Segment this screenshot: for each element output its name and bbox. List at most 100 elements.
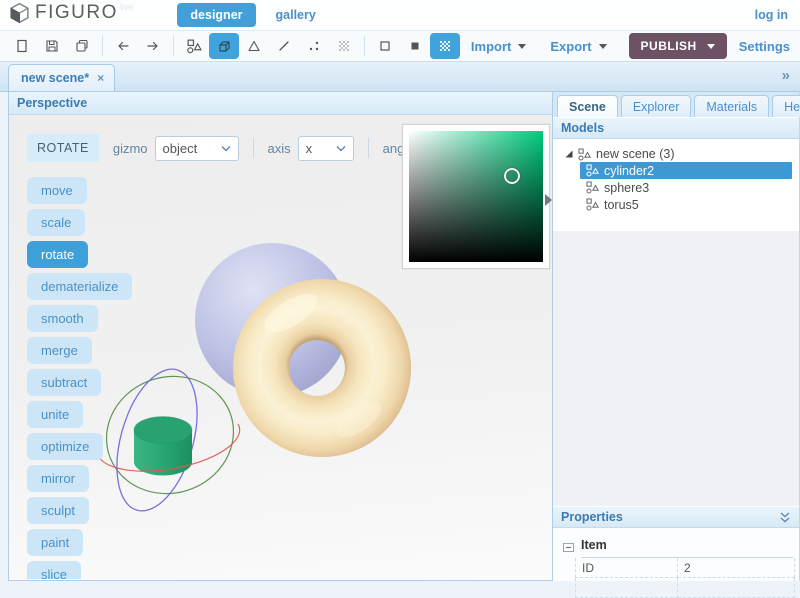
models-header-label: Models <box>561 121 604 135</box>
export-menu-button[interactable]: Export <box>550 39 606 54</box>
axis-label: axis <box>268 141 291 156</box>
duplicate-icon-button[interactable] <box>67 33 97 59</box>
controls-separator <box>253 138 254 158</box>
toolbar-separator <box>173 36 174 56</box>
tree-root-row[interactable]: new scene (3) <box>553 146 799 162</box>
group-label: Item <box>581 538 607 552</box>
tool-buttons-column: move scale rotate dematerialize smooth m… <box>27 177 132 579</box>
publish-label: PUBLISH <box>641 39 697 53</box>
vertices-icon <box>306 38 322 54</box>
grid-faded-icon <box>336 38 352 54</box>
import-label: Import <box>471 39 511 54</box>
tab-help[interactable]: Help <box>772 95 800 117</box>
tool-optimize[interactable]: optimize <box>27 433 103 460</box>
close-tab-icon[interactable]: × <box>97 71 104 85</box>
app-logo[interactable]: FIGURO live <box>8 1 133 30</box>
models-header: Models <box>553 117 799 139</box>
toolbar-separator <box>364 36 365 56</box>
tree-item-sphere3[interactable]: sphere3 <box>580 179 792 196</box>
color-picker-expand-icon[interactable] <box>545 194 552 206</box>
grid-pattern-icon-button[interactable] <box>430 33 460 59</box>
properties-content: Item ID 2 <box>553 528 799 581</box>
line-icon-button[interactable] <box>269 33 299 59</box>
table-row <box>575 578 795 598</box>
scene-document-tab[interactable]: new scene* × <box>8 64 115 91</box>
tree-item-torus5[interactable]: torus5 <box>580 196 792 213</box>
tree-item-cylinder2[interactable]: cylinder2 <box>580 162 792 179</box>
login-link[interactable]: log in <box>755 8 788 22</box>
publish-button[interactable]: PUBLISH <box>629 33 727 59</box>
chevron-down-icon <box>518 44 526 49</box>
vertices-icon-button[interactable] <box>299 33 329 59</box>
object-node-icon <box>586 198 599 211</box>
panel-filler <box>553 231 799 506</box>
gizmo-select[interactable]: object <box>155 136 239 161</box>
axis-select[interactable]: x <box>298 136 354 161</box>
square-filled-icon-button[interactable] <box>400 33 430 59</box>
scene-shapes-icon <box>186 38 202 54</box>
tool-mirror[interactable]: mirror <box>27 465 89 492</box>
tool-smooth[interactable]: smooth <box>27 305 98 332</box>
tab-materials[interactable]: Materials <box>694 95 769 117</box>
undo-icon <box>115 38 131 54</box>
new-file-icon-button[interactable] <box>7 33 37 59</box>
settings-label: Settings <box>739 39 790 54</box>
export-label: Export <box>550 39 591 54</box>
object-node-icon <box>586 164 599 177</box>
tree-item-label: cylinder2 <box>604 164 654 178</box>
chevron-down-icon <box>707 44 715 49</box>
tool-merge[interactable]: merge <box>27 337 92 364</box>
import-menu-button[interactable]: Import <box>471 39 526 54</box>
side-panel-tabs: Scene Explorer Materials Help <box>553 92 799 117</box>
collapse-group-icon[interactable] <box>563 543 574 552</box>
scene-shapes-icon-button[interactable] <box>179 33 209 59</box>
scene-node-icon <box>578 148 591 161</box>
nav-designer-button[interactable]: designer <box>177 3 255 27</box>
collapse-double-chevron-icon[interactable] <box>779 512 791 523</box>
tree-item-label: sphere3 <box>604 181 649 195</box>
settings-link[interactable]: Settings <box>739 39 790 54</box>
viewport-canvas[interactable]: ROTATE gizmo object axis x angle move sc… <box>9 115 552 579</box>
cube-logo-icon <box>8 1 31 30</box>
viewport-panel: Perspective <box>8 92 553 581</box>
tree-expand-icon[interactable] <box>565 150 573 158</box>
tool-paint[interactable]: paint <box>27 529 83 556</box>
tool-move[interactable]: move <box>27 177 87 204</box>
property-value[interactable] <box>678 578 795 598</box>
nav-gallery-link[interactable]: gallery <box>276 8 316 22</box>
tool-dematerialize[interactable]: dematerialize <box>27 273 132 300</box>
controls-separator <box>368 138 369 158</box>
tab-overflow-icon[interactable]: » <box>782 67 790 84</box>
chevron-down-icon <box>599 44 607 49</box>
perspective-header: Perspective <box>9 92 552 115</box>
color-picker-handle[interactable] <box>504 168 520 184</box>
gizmo-label: gizmo <box>113 141 148 156</box>
undo-icon-button[interactable] <box>108 33 138 59</box>
tool-scale[interactable]: scale <box>27 209 85 236</box>
tool-unite[interactable]: unite <box>27 401 83 428</box>
tool-sculpt[interactable]: sculpt <box>27 497 89 524</box>
tool-rotate[interactable]: rotate <box>27 241 88 268</box>
tab-explorer[interactable]: Explorer <box>621 95 692 117</box>
tool-subtract[interactable]: subtract <box>27 369 101 396</box>
property-value[interactable]: 2 <box>678 558 795 578</box>
toolbar-separator <box>102 36 103 56</box>
save-icon-button[interactable] <box>37 33 67 59</box>
triangle-icon-button[interactable] <box>239 33 269 59</box>
app-header: FIGURO live designer gallery log in <box>0 0 800 30</box>
properties-header: Properties <box>553 506 799 528</box>
tool-slice[interactable]: slice <box>27 561 81 579</box>
table-row: ID 2 <box>575 558 795 578</box>
chevron-down-icon <box>336 145 346 152</box>
tab-scene[interactable]: Scene <box>557 95 618 117</box>
redo-icon-button[interactable] <box>138 33 168 59</box>
grid-faded-icon-button[interactable] <box>329 33 359 59</box>
solid-cube-icon-button[interactable] <box>209 33 239 59</box>
scene-tree: new scene (3) cylinder2 sphere3 torus5 <box>553 139 799 231</box>
main-toolbar: Import Export PUBLISH Settings <box>0 30 800 62</box>
square-outline-icon-button[interactable] <box>370 33 400 59</box>
grid-pattern-icon <box>437 38 453 54</box>
square-filled-icon <box>407 38 423 54</box>
color-saturation-area[interactable] <box>409 131 543 262</box>
tab-label: new scene* <box>21 71 89 85</box>
